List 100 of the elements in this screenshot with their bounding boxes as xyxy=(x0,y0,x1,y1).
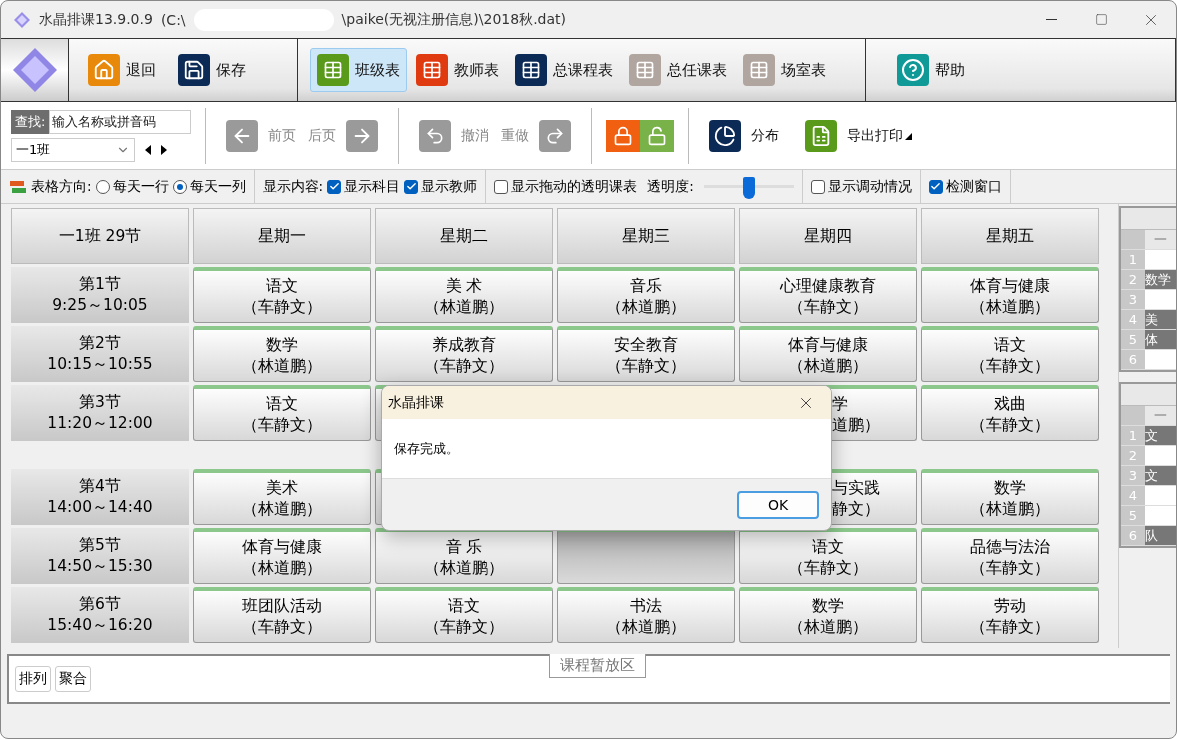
lesson-cell[interactable]: 音 乐 （林道鹏） xyxy=(375,528,553,584)
checkbox[interactable] xyxy=(404,179,419,194)
lesson-cell[interactable]: 美术 （林道鹏） xyxy=(193,469,371,525)
lesson-cell[interactable]: 音乐 （林道鹏） xyxy=(557,267,735,323)
search-label: 查找: xyxy=(11,109,50,134)
lesson-cell[interactable]: 戏曲 （车静文） xyxy=(921,385,1099,441)
spreadsheet-icon xyxy=(805,119,837,152)
table-cell: 队 xyxy=(1145,526,1176,545)
action-button[interactable]: 聚合 xyxy=(55,666,91,692)
lesson-cell[interactable]: 心理健康教育 （车静文） xyxy=(739,267,917,323)
table-cell: 体 xyxy=(1145,330,1176,349)
lock-icon[interactable] xyxy=(606,119,640,152)
app-logo-icon xyxy=(13,10,31,29)
lesson-cell[interactable]: 语文 （车静文） xyxy=(921,326,1099,382)
period-header: 第3节 11:20～12:00 xyxy=(11,385,189,441)
lesson-cell[interactable]: 劳动 （车静文） xyxy=(921,587,1099,643)
toolbar-button[interactable]: 班级表 xyxy=(310,48,407,92)
lesson-cell[interactable]: 品德与法治 （车静文） xyxy=(921,528,1099,584)
checkbox[interactable] xyxy=(327,179,342,194)
checkbox-option[interactable]: 显示教师 xyxy=(404,177,478,196)
window-title: 水晶排课13.9.0.9 xyxy=(39,10,153,29)
table-cell xyxy=(1145,250,1176,269)
check-icon xyxy=(405,181,417,192)
lesson-cell[interactable]: 语文 （车静文） xyxy=(375,587,553,643)
table-cell: 一 xyxy=(1145,230,1176,249)
radio-button[interactable] xyxy=(95,179,110,194)
table-cell: 美 xyxy=(1145,310,1176,329)
period-header: 第6节 15:40～16:20 xyxy=(11,587,189,643)
table-cell xyxy=(1121,406,1145,425)
table-cell xyxy=(1145,506,1176,525)
table-cell xyxy=(1121,230,1145,249)
next-triangle-icon[interactable] xyxy=(161,144,167,155)
toolbar-button[interactable]: 帮助 xyxy=(890,48,972,92)
previous-triangle-icon[interactable] xyxy=(145,144,151,155)
lesson-cell[interactable]: 语文 （车静文） xyxy=(193,267,371,323)
lesson-cell[interactable]: 班团队活动 （车静文） xyxy=(193,587,371,643)
pie-chart-icon xyxy=(709,119,741,152)
checkbox[interactable] xyxy=(928,179,943,194)
check-icon xyxy=(930,181,942,192)
toolbar-button[interactable]: 教师表 xyxy=(409,48,506,92)
toolbar-button[interactable]: 总课程表 xyxy=(508,48,620,92)
minimize-icon xyxy=(1045,19,1057,20)
table-header: 一1班 29节 xyxy=(11,208,189,264)
radio-button[interactable] xyxy=(172,179,187,194)
action-button[interactable]: 排列 xyxy=(15,666,51,692)
search-field[interactable]: 输入名称或拼音码 xyxy=(49,109,191,134)
period-header: 第1节 9:25～10:05 xyxy=(11,267,189,323)
checkbox-option[interactable]: 检测窗口 xyxy=(928,177,1002,196)
table-cell: 数学 xyxy=(1145,270,1176,289)
table-cell: 文 xyxy=(1145,466,1176,485)
table-cell xyxy=(1145,486,1176,505)
lesson-cell[interactable]: 安全教育 （车静文） xyxy=(557,326,735,382)
checkbox-option[interactable]: 显示调动情况 xyxy=(810,177,912,196)
lesson-cell[interactable]: 语文 （车静文） xyxy=(739,528,917,584)
lesson-cell[interactable]: 数学 （林道鹏） xyxy=(921,469,1099,525)
toolbar-button[interactable]: 退回 xyxy=(81,48,163,92)
table-cell xyxy=(1145,290,1176,309)
toolbar-button[interactable]: 分布 xyxy=(703,119,785,152)
table-cell xyxy=(1145,446,1176,465)
lesson-cell[interactable]: 体育与健康 （林道鹏） xyxy=(193,528,371,584)
checkbox-option[interactable]: 显示科目 xyxy=(327,177,401,196)
lesson-cell[interactable]: 数学 （林道鹏） xyxy=(193,326,371,382)
day-header: 星期四 xyxy=(739,208,917,264)
day-header: 星期五 xyxy=(921,208,1099,264)
lesson-cell[interactable]: 体育与健康 （林道鹏） xyxy=(921,267,1099,323)
lesson-cell[interactable]: 书法 （林道鹏） xyxy=(557,587,735,643)
class-dropdown[interactable]: 一1班 xyxy=(11,137,135,162)
file-path: \paike(无视注册信息)\2018秋.dat) xyxy=(341,10,566,29)
ok-button[interactable]: OK xyxy=(737,491,819,519)
day-header: 星期三 xyxy=(557,208,735,264)
checkbox[interactable] xyxy=(810,179,825,194)
lesson-cell[interactable]: 养成教育 （车静文） xyxy=(375,326,553,382)
lesson-cell[interactable]: 数学 （林道鹏） xyxy=(739,587,917,643)
checkbox[interactable] xyxy=(494,179,509,194)
period-header: 第4节 14:00～14:40 xyxy=(11,469,189,525)
table-cell: 文 xyxy=(1145,426,1176,445)
table-cell: 一 xyxy=(1145,406,1176,425)
swap-arrows-icon xyxy=(9,178,27,195)
toolbar-button[interactable]: 总任课表 xyxy=(622,48,734,92)
dialog-message: 保存完成。 xyxy=(394,439,459,458)
opacity-slider[interactable] xyxy=(703,176,794,197)
lesson-cell[interactable] xyxy=(557,528,735,584)
toolbar-button[interactable]: 导出打印 xyxy=(799,119,918,152)
check-icon xyxy=(328,181,340,192)
period-header: 第5节 14:50～15:30 xyxy=(11,528,189,584)
radio-option[interactable]: 每天一列 xyxy=(172,177,246,196)
radio-option[interactable]: 每天一行 xyxy=(95,177,169,196)
toolbar-button[interactable]: 场室表 xyxy=(736,48,833,92)
toolbar-button[interactable]: 保存 xyxy=(171,48,253,92)
content-label: 显示内容: xyxy=(262,177,324,196)
opacity-label: 透明度: xyxy=(647,177,694,196)
day-header: 星期一 xyxy=(193,208,371,264)
maximize-icon xyxy=(1094,13,1108,26)
lesson-cell[interactable]: 美 术 （林道鹏） xyxy=(375,267,553,323)
lesson-cell[interactable]: 语文 （车静文） xyxy=(193,385,371,441)
checkbox-option[interactable]: 显示拖动的透明课表 xyxy=(494,177,638,196)
file-path: (C:\ xyxy=(160,11,186,28)
lesson-cell[interactable]: 体育与健康 （林道鹏） xyxy=(739,326,917,382)
orientation-label: 表格方向: xyxy=(31,177,92,196)
period-header: 第2节 10:15～10:55 xyxy=(11,326,189,382)
